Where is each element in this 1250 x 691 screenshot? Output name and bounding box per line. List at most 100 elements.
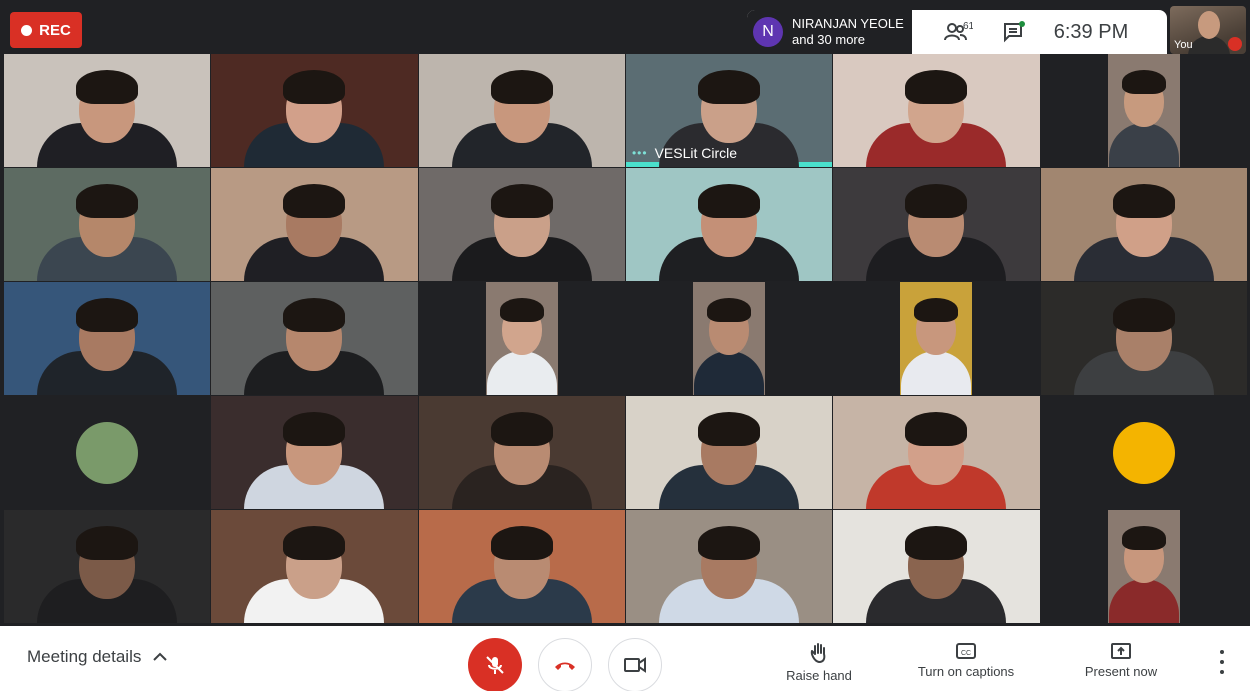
more-dot [1220, 670, 1224, 674]
participant-tile[interactable] [211, 510, 419, 624]
mic-toggle-button[interactable] [468, 638, 522, 691]
hang-up-icon [555, 662, 575, 670]
participant-tile[interactable] [1040, 510, 1248, 624]
captions-label: Turn on captions [917, 664, 1015, 679]
chevron-up-icon [153, 652, 168, 661]
participant-hair [76, 525, 139, 560]
participant-tile[interactable] [1040, 396, 1248, 510]
raise-hand-button[interactable]: Raise hand [783, 642, 855, 683]
participant-hair [905, 525, 968, 560]
camera-toggle-button[interactable] [608, 638, 662, 691]
participant-hair [76, 69, 139, 104]
participant-tile[interactable] [418, 396, 626, 510]
chat-icon [1003, 21, 1025, 43]
participant-hair [283, 297, 346, 332]
participant-tile[interactable] [625, 396, 834, 510]
participant-hair [283, 183, 346, 218]
presenter-chip[interactable]: N NIRANJAN YEOLE and 30 more [747, 10, 912, 54]
participant-tile[interactable] [833, 282, 1041, 396]
meeting-details-button[interactable]: Meeting details [27, 647, 168, 667]
participant-hair [698, 183, 761, 218]
participant-tile[interactable] [211, 54, 419, 168]
participant-tile[interactable] [418, 510, 626, 624]
participant-tile[interactable] [625, 510, 834, 624]
participant-hair [490, 69, 553, 104]
participant-tile[interactable] [833, 168, 1041, 282]
participant-grid: ••• VESLit Circle [4, 54, 1248, 624]
closed-captions-icon: CC [956, 643, 976, 659]
participant-hair [1112, 183, 1175, 218]
participant-tile[interactable] [4, 168, 212, 282]
participant-tile[interactable] [211, 396, 419, 510]
recording-label: REC [39, 21, 71, 39]
participant-tile[interactable] [1040, 54, 1248, 168]
participant-hair [1112, 297, 1175, 332]
participant-hair [499, 297, 544, 322]
people-button[interactable]: 61 [928, 10, 988, 54]
raise-hand-label: Raise hand [786, 668, 852, 683]
participant-tile[interactable] [1040, 282, 1248, 396]
hand-icon [810, 643, 826, 664]
meeting-info-card: N NIRANJAN YEOLE and 30 more 61 6:39 PM [747, 10, 1167, 54]
meet-window: REC N NIRANJAN YEOLE and 30 more 61 6:39… [0, 0, 1250, 691]
presenter-avatar: N [753, 17, 783, 47]
participant-hair [1121, 69, 1166, 94]
participant-tile[interactable] [833, 510, 1041, 624]
present-label: Present now [1084, 664, 1158, 679]
svg-text:CC: CC [961, 650, 971, 657]
participant-tile[interactable] [625, 168, 834, 282]
participant-hair [283, 411, 346, 446]
self-view-thumbnail[interactable]: You [1170, 6, 1246, 54]
meeting-details-label: Meeting details [27, 647, 142, 666]
participant-hair [490, 411, 553, 446]
captions-button[interactable]: CC Turn on captions [912, 642, 1020, 679]
participant-tile[interactable] [418, 282, 626, 396]
end-call-button[interactable] [538, 638, 592, 691]
present-screen-icon [1111, 643, 1131, 659]
clock: 6:39 PM [1053, 20, 1129, 43]
video-stage: REC N NIRANJAN YEOLE and 30 more 61 6:39… [0, 0, 1250, 626]
self-view-face [1198, 11, 1220, 39]
presenter-more: and 30 more [792, 32, 865, 47]
participant-hair [698, 525, 761, 560]
top-bar: REC N NIRANJAN YEOLE and 30 more 61 6:39… [0, 0, 1250, 54]
participant-tile[interactable] [211, 282, 419, 396]
participant-hair [283, 69, 346, 104]
people-icon: 61 [943, 21, 973, 41]
participant-tile[interactable] [4, 54, 212, 168]
participant-tile[interactable] [1040, 168, 1248, 282]
participant-hair [905, 183, 968, 218]
chat-button[interactable] [988, 10, 1040, 54]
presenter-name: NIRANJAN YEOLE [792, 16, 904, 31]
participant-hair [698, 411, 761, 446]
more-options-button[interactable] [1212, 650, 1232, 674]
participant-tile[interactable] [418, 54, 626, 168]
camera-icon [624, 657, 646, 673]
participant-tile[interactable] [833, 396, 1041, 510]
participant-count: 61 [963, 21, 973, 32]
participant-tile[interactable] [418, 168, 626, 282]
participant-tile[interactable] [625, 282, 834, 396]
active-speaker-label: ••• VESLit Circle [632, 145, 737, 161]
participant-avatar [76, 421, 139, 484]
participant-tile[interactable] [833, 54, 1041, 168]
participant-tile[interactable] [4, 510, 212, 624]
participant-avatar [1112, 421, 1175, 484]
participant-hair [76, 183, 139, 218]
participant-hair [283, 525, 346, 560]
speaking-indicator-icon: ••• [631, 146, 648, 160]
participant-tile[interactable] [4, 396, 212, 510]
participant-hair [707, 297, 752, 322]
participant-hair [76, 297, 139, 332]
participant-hair [490, 525, 553, 560]
participant-hair [490, 183, 553, 218]
present-now-button[interactable]: Present now [1080, 642, 1162, 679]
participant-tile[interactable] [211, 168, 419, 282]
participant-tile[interactable] [4, 282, 212, 396]
participant-tile[interactable]: ••• VESLit Circle [625, 54, 834, 168]
participant-hair [1121, 525, 1166, 550]
participant-hair [698, 69, 761, 104]
participant-name: VESLit Circle [654, 145, 738, 161]
self-view-label: You [1174, 39, 1193, 51]
recording-indicator: REC [10, 12, 82, 48]
